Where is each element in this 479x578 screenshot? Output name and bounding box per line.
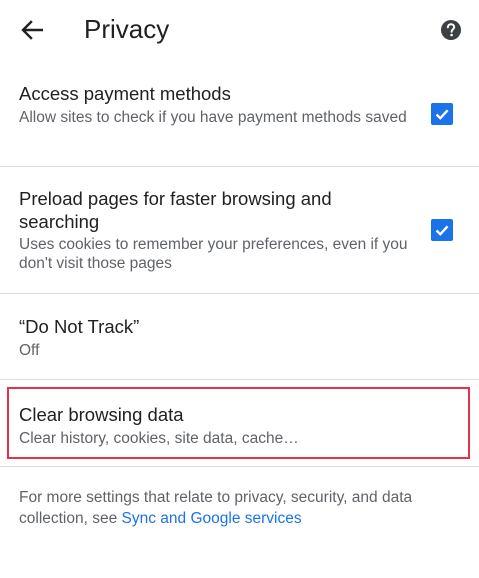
setting-title: Preload pages for faster browsing and se… (19, 188, 332, 232)
checkmark-icon (435, 225, 449, 236)
back-button[interactable] (14, 13, 50, 47)
preload-pages-checkbox[interactable] (431, 219, 453, 241)
footer-text: For more settings that relate to privacy… (19, 487, 449, 529)
toolbar: Privacy (0, 0, 479, 60)
setting-summary: Off (19, 342, 40, 359)
arrow-back-icon (21, 20, 43, 40)
setting-title: “Do Not Track” (19, 316, 140, 337)
setting-summary: Allow sites to check if you have payment… (19, 109, 407, 126)
setting-summary: Uses cookies to remember your preference… (19, 236, 408, 272)
access-payment-methods-checkbox[interactable] (431, 103, 453, 125)
page-title: Privacy (84, 14, 170, 44)
sync-and-google-services-link[interactable]: Sync and Google services (122, 510, 302, 527)
help-icon (441, 20, 461, 40)
setting-access-payment-methods[interactable]: Access payment methods Allow sites to ch… (0, 70, 479, 166)
setting-title: Access payment methods (19, 83, 231, 104)
checkmark-icon (435, 109, 449, 120)
divider (0, 466, 479, 467)
setting-preload-pages[interactable]: Preload pages for faster browsing and se… (0, 167, 479, 293)
highlight-box (7, 387, 470, 459)
help-button[interactable] (437, 16, 465, 44)
setting-do-not-track[interactable]: “Do Not Track” Off (0, 294, 479, 379)
